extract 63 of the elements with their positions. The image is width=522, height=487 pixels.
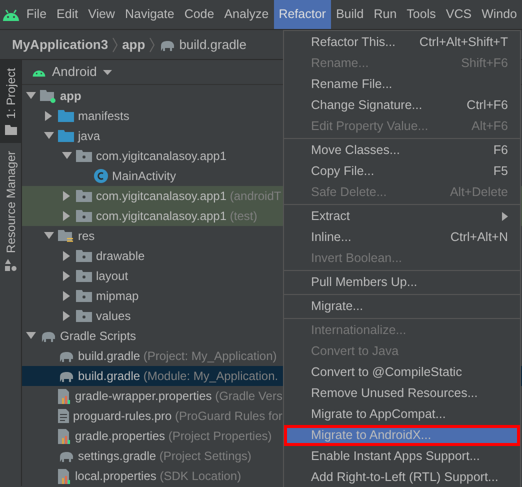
menu-item[interactable]: Refactor This... Ctrl+Alt+Shift+T bbox=[284, 32, 520, 53]
menu-bar-item[interactable]: File bbox=[21, 0, 52, 29]
menu-item[interactable]: Change Signature... Ctrl+F6 bbox=[284, 95, 520, 116]
collapse-arrow-icon[interactable] bbox=[26, 332, 36, 340]
breadcrumb-item[interactable]: build.gradle bbox=[179, 34, 246, 54]
elephant-icon bbox=[58, 450, 74, 462]
breadcrumb-item[interactable]: MyApplication3 bbox=[12, 34, 108, 54]
menu-item[interactable]: Rename File... bbox=[284, 74, 520, 95]
package-folder-icon bbox=[76, 190, 92, 202]
package-folder-icon bbox=[76, 150, 92, 162]
side-tab[interactable]: 1: Project bbox=[0, 60, 21, 143]
properties-file-icon bbox=[58, 468, 71, 484]
expand-arrow-icon[interactable] bbox=[44, 111, 54, 121]
menu-bar-item[interactable]: View bbox=[83, 0, 120, 29]
package-folder-icon bbox=[76, 270, 92, 282]
menu-item[interactable]: Extract bbox=[284, 206, 520, 227]
menu-bar-item[interactable]: Refactor bbox=[274, 0, 331, 29]
properties-file-icon bbox=[58, 388, 71, 404]
menu-bar-item[interactable]: Build bbox=[330, 0, 369, 29]
collapse-arrow-icon[interactable] bbox=[44, 232, 54, 240]
dropdown-caret-icon[interactable] bbox=[102, 70, 112, 74]
elephant-icon bbox=[58, 350, 74, 362]
text-file-icon bbox=[58, 409, 69, 423]
folder-icon bbox=[58, 130, 74, 142]
menu-item[interactable]: Pull Members Up... bbox=[284, 272, 520, 293]
menu-bar-item[interactable]: Edit bbox=[52, 0, 84, 29]
menu-bar-item[interactable]: Windo bbox=[476, 0, 522, 29]
menu-bar-item[interactable]: Navigate bbox=[120, 0, 180, 29]
collapse-arrow-icon[interactable] bbox=[26, 92, 36, 100]
shapes-icon bbox=[4, 258, 16, 271]
menu-item[interactable]: Migrate... bbox=[284, 296, 520, 317]
package-folder-icon bbox=[76, 210, 92, 222]
collapse-arrow-icon[interactable] bbox=[44, 132, 54, 140]
menu-item[interactable]: Add Right-to-Left (RTL) Support... bbox=[284, 467, 520, 487]
menu-item[interactable]: Migrate to AppCompat... bbox=[284, 404, 520, 425]
menu-bar-item[interactable]: Code bbox=[179, 0, 220, 29]
chevron-icon bbox=[112, 36, 118, 52]
package-folder-icon bbox=[76, 250, 92, 262]
menu-bar-item[interactable]: Tools bbox=[402, 0, 441, 29]
menu-item[interactable]: Enable Instant Apps Support... bbox=[284, 446, 520, 467]
package-folder-icon bbox=[76, 310, 92, 322]
menu-item[interactable]: Remove Unused Resources... bbox=[284, 383, 520, 404]
side-tab[interactable]: Resource Manager bbox=[0, 142, 21, 279]
class-icon bbox=[94, 169, 108, 183]
folder-icon bbox=[4, 124, 16, 135]
view-selector[interactable]: Android bbox=[52, 62, 97, 82]
menu-item[interactable]: Inline... Ctrl+Alt+N bbox=[284, 227, 520, 248]
elephant-icon bbox=[40, 330, 56, 342]
breadcrumb-item[interactable]: app bbox=[122, 34, 146, 54]
menu-item[interactable]: Copy File... F5 bbox=[284, 161, 520, 182]
menu-bar-item[interactable]: Run bbox=[368, 0, 402, 29]
chevron-icon bbox=[149, 36, 156, 52]
folder-icon bbox=[58, 110, 74, 122]
menu-bar-item[interactable]: VCS bbox=[440, 0, 477, 29]
elephant-icon bbox=[58, 370, 74, 382]
module-folder-icon bbox=[40, 90, 56, 102]
resource-folder-icon bbox=[58, 230, 74, 242]
menu-item[interactable]: Move Classes... F6 bbox=[284, 140, 520, 161]
properties-file-icon bbox=[58, 428, 71, 444]
collapse-arrow-icon[interactable] bbox=[62, 152, 72, 160]
menu-bar-item[interactable]: Analyze bbox=[219, 0, 274, 29]
elephant-icon bbox=[159, 38, 176, 50]
package-folder-icon bbox=[76, 290, 92, 302]
